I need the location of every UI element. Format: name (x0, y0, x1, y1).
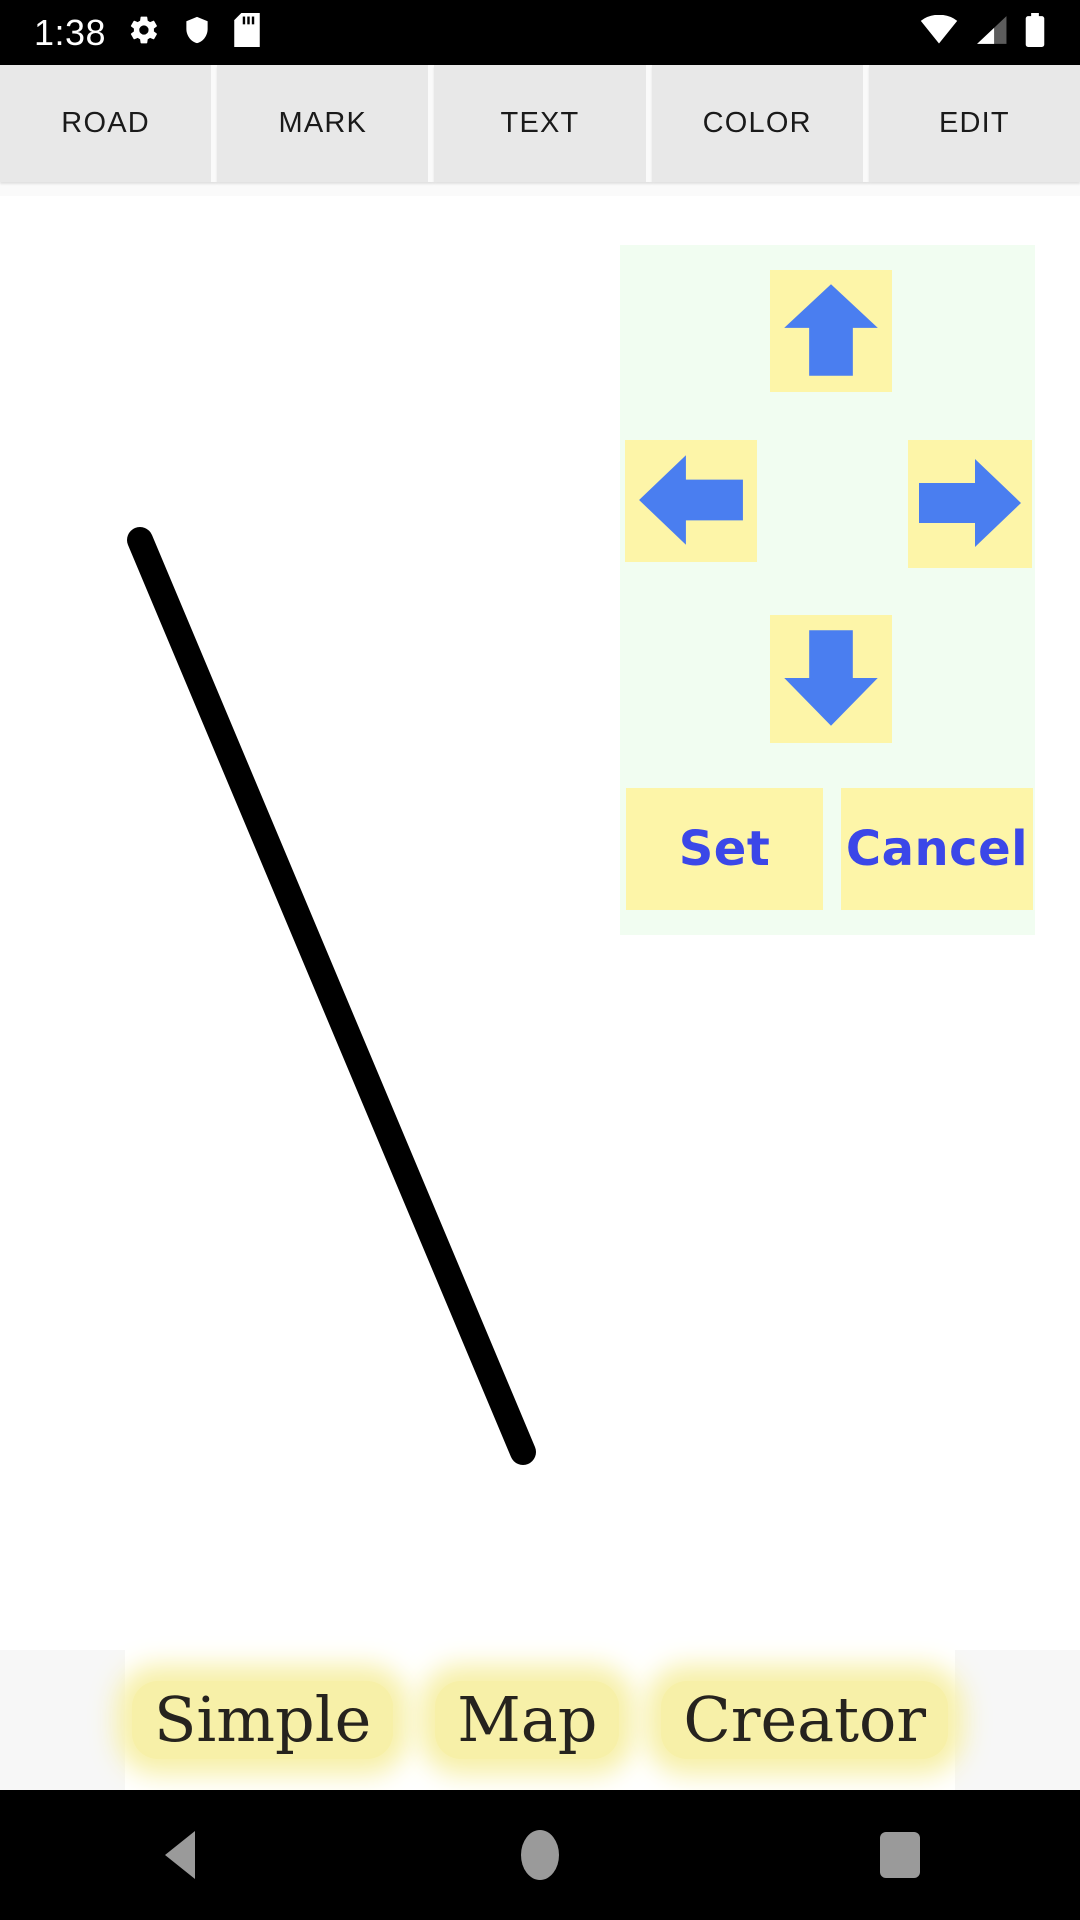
move-right-button[interactable] (908, 440, 1032, 568)
status-bar-right-group (920, 13, 1080, 52)
arrow-up-icon (779, 278, 883, 385)
toolbar-button-mark[interactable]: MARK (217, 65, 435, 182)
move-left-button[interactable] (625, 440, 757, 562)
recents-square-icon (880, 1832, 920, 1878)
ad-banner-strip: Simple Map Creator (0, 1650, 1080, 1790)
nav-home-button[interactable] (465, 1790, 615, 1920)
nav-recents-button[interactable] (825, 1790, 975, 1920)
shield-icon (182, 14, 212, 51)
status-bar-left-group: 1:38 (0, 13, 260, 52)
status-bar: 1:38 (0, 0, 1080, 65)
direction-pad-panel: Set Cancel (620, 245, 1035, 935)
toolbar-button-color[interactable]: COLOR (651, 65, 869, 182)
wifi-icon (920, 14, 958, 50)
set-button[interactable]: Set (626, 788, 823, 910)
banner-word-map: Map (435, 1681, 620, 1759)
system-navigation-bar (0, 1790, 1080, 1920)
ad-banner[interactable]: Simple Map Creator (125, 1650, 955, 1790)
move-up-button[interactable] (770, 270, 892, 392)
banner-word-creator: Creator (661, 1681, 949, 1759)
main-toolbar: ROAD MARK TEXT COLOR EDIT (0, 65, 1080, 196)
toolbar-button-road[interactable]: ROAD (0, 65, 218, 182)
status-clock: 1:38 (34, 11, 107, 53)
home-circle-icon (521, 1830, 559, 1880)
sd-card-icon (234, 13, 260, 52)
cancel-button[interactable]: Cancel (841, 788, 1033, 910)
road-line-stroke (127, 527, 536, 1465)
cellular-signal-icon (974, 15, 1008, 50)
arrow-left-icon (635, 448, 747, 555)
toolbar-button-text[interactable]: TEXT (434, 65, 652, 182)
nav-back-button[interactable] (105, 1790, 255, 1920)
banner-word-simple: Simple (131, 1681, 394, 1759)
settings-gear-icon (128, 14, 160, 51)
move-down-button[interactable] (770, 615, 892, 743)
arrow-down-icon (779, 624, 883, 735)
arrow-right-icon (915, 449, 1025, 560)
back-triangle-icon (165, 1831, 195, 1879)
toolbar-button-edit[interactable]: EDIT (868, 65, 1080, 182)
app-screen: 1:38 ROAD MARK TEXT COLOR EDIT Set Cance… (0, 0, 1080, 1920)
battery-icon (1024, 13, 1046, 52)
